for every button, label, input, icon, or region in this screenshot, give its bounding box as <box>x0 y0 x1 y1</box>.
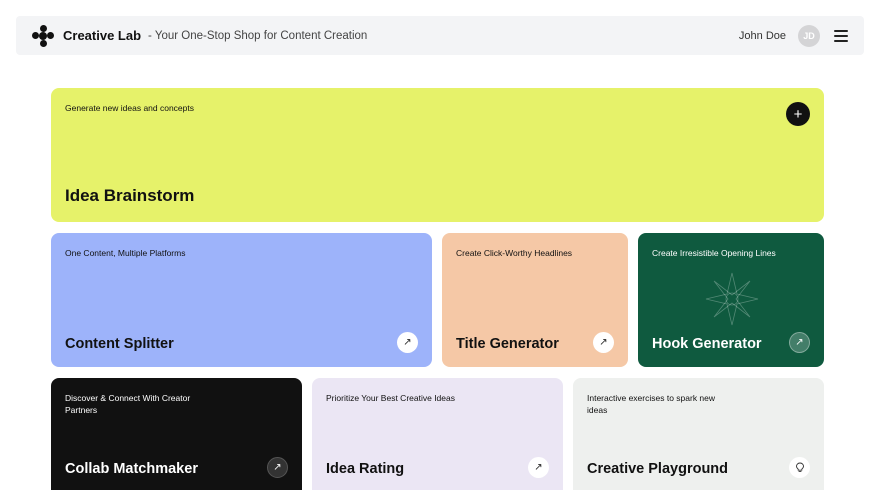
arrow-up-right-icon[interactable]: ↗ <box>593 332 614 353</box>
arrow-up-right-icon[interactable]: ↗ <box>528 457 549 478</box>
card-title: Creative Playground <box>587 461 729 477</box>
card-hook-generator[interactable]: Create Irresistible Opening Lines Hook G… <box>638 233 824 367</box>
brand-name[interactable]: Creative Lab <box>63 28 141 43</box>
card-title: Collab Matchmaker <box>65 461 198 477</box>
top-navigation-bar: Creative Lab - Your One-Stop Shop for Co… <box>16 16 864 55</box>
card-description: Interactive exercises to spark new ideas <box>587 393 716 415</box>
user-name[interactable]: John Doe <box>739 30 786 42</box>
card-description: Generate new ideas and concepts <box>65 103 195 113</box>
molecule-logo-icon[interactable] <box>32 24 54 47</box>
card-description: One Content, Multiple Platforms <box>65 248 186 258</box>
lightbulb-icon[interactable] <box>789 457 810 478</box>
plus-icon[interactable]: + <box>786 102 810 126</box>
user-avatar[interactable]: JD <box>798 24 820 47</box>
arrow-up-right-icon[interactable]: ↗ <box>789 332 810 353</box>
card-title: Content Splitter <box>65 336 174 352</box>
hamburger-menu-icon[interactable] <box>834 29 848 42</box>
card-title: Idea Rating <box>326 461 405 477</box>
card-description: Discover & Connect With Creator Partners <box>65 393 191 415</box>
card-title: Hook Generator <box>652 336 762 352</box>
card-idea-brainstorm[interactable]: Generate new ideas and concepts + Idea B… <box>51 88 824 222</box>
card-title: Idea Brainstorm <box>65 186 195 205</box>
card-title: Title Generator <box>456 336 559 352</box>
card-content-splitter[interactable]: One Content, Multiple Platforms Content … <box>51 233 432 367</box>
card-creative-playground[interactable]: Interactive exercises to spark new ideas… <box>573 378 824 490</box>
arrow-up-right-icon[interactable]: ↗ <box>267 457 288 478</box>
card-title-generator[interactable]: Create Click-Worthy Headlines Title Gene… <box>442 233 628 367</box>
card-idea-rating[interactable]: Prioritize Your Best Creative Ideas Idea… <box>312 378 563 490</box>
sparkle-decoration-icon <box>705 272 759 326</box>
card-description: Create Irresistible Opening Lines <box>652 248 776 258</box>
brand-tagline: - Your One-Stop Shop for Content Creatio… <box>148 29 368 42</box>
card-description: Create Click-Worthy Headlines <box>456 248 573 258</box>
arrow-up-right-icon[interactable]: ↗ <box>397 332 418 353</box>
card-collab-matchmaker[interactable]: Discover & Connect With Creator Partners… <box>51 378 302 490</box>
card-description: Prioritize Your Best Creative Ideas <box>326 393 455 403</box>
